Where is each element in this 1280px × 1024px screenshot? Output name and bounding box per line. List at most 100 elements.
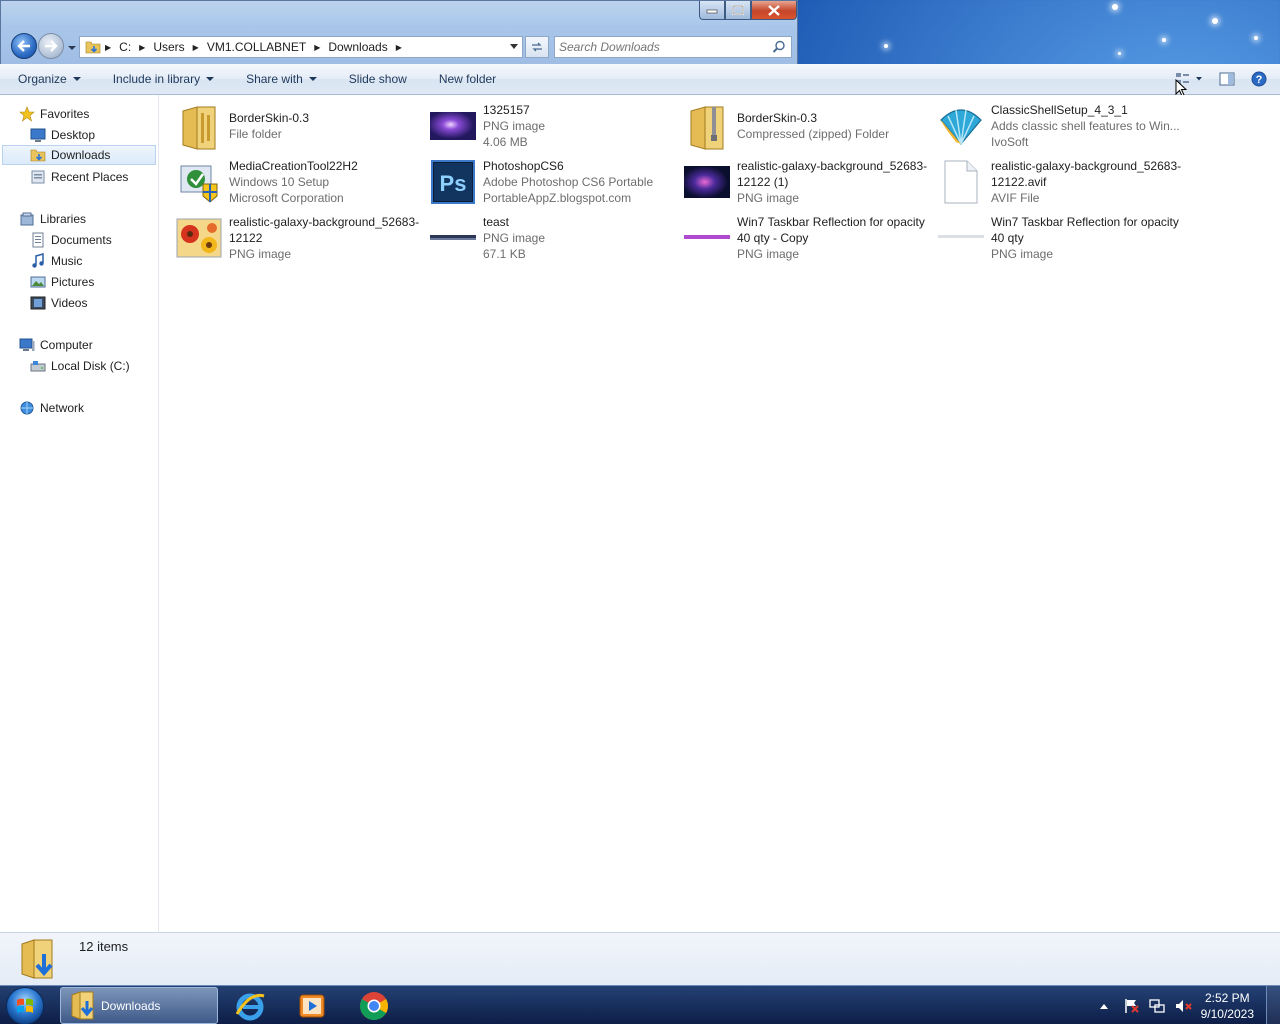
action-center-flag-icon[interactable] — [1123, 998, 1139, 1014]
file-item[interactable]: Win7 Taskbar Reflection for opacity 40 q… — [683, 214, 933, 268]
file-item[interactable]: realistic-galaxy-background_52683-12122 … — [175, 214, 425, 268]
nav-documents[interactable]: Documents — [30, 230, 112, 250]
file-name: BorderSkin-0.3 — [229, 111, 310, 125]
search-box[interactable] — [554, 36, 792, 58]
refresh-button[interactable] — [525, 36, 549, 58]
nav-music[interactable]: Music — [30, 251, 82, 271]
nav-downloads[interactable]: Downloads — [2, 145, 156, 165]
downloads-folder-icon — [21, 939, 53, 979]
nav-libraries-label: Libraries — [40, 212, 87, 226]
taskbar-ie-button[interactable] — [222, 988, 278, 1023]
file-item[interactable]: Win7 Taskbar Reflection for opacity 40 q… — [937, 214, 1187, 268]
file-size: 4.06 MB — [483, 135, 528, 149]
nav-desktop[interactable]: Desktop — [30, 125, 95, 145]
file-item[interactable]: BorderSkin-0.3 Compressed (zipped) Folde… — [683, 104, 933, 158]
clock[interactable]: 2:52 PM 9/10/2023 — [1201, 990, 1254, 1022]
file-description: Adobe Photoshop CS6 Portable — [483, 175, 654, 189]
slide-show-button[interactable]: Slide show — [331, 64, 421, 94]
file-item[interactable]: 1325157 PNG image 4.06 MB — [429, 102, 679, 156]
taskbar-media-player-button[interactable] — [284, 988, 340, 1023]
show-hidden-icons-icon[interactable] — [1099, 1002, 1109, 1010]
taskbar-chrome-button[interactable] — [346, 988, 402, 1023]
organize-label: Organize — [18, 72, 67, 86]
file-company: IvoSoft — [991, 135, 1029, 149]
caption-buttons — [699, 1, 797, 21]
recent-pages-dropdown-icon[interactable] — [67, 43, 77, 53]
include-in-library-button[interactable]: Include in library — [95, 64, 228, 94]
breadcrumb-separator-icon[interactable]: ▶ — [189, 43, 203, 52]
nav-favorites[interactable]: Favorites — [19, 104, 89, 124]
nav-desktop-label: Desktop — [51, 128, 96, 142]
breadcrumb-separator-icon[interactable]: ▶ — [392, 43, 406, 52]
nav-libraries[interactable]: Libraries — [19, 209, 86, 229]
volume-muted-icon[interactable] — [1175, 998, 1193, 1014]
file-item[interactable]: ClassicShellSetup_4_3_1 Adds classic she… — [937, 102, 1187, 156]
documents-icon — [32, 232, 44, 248]
organize-menu-button[interactable]: Organize — [0, 64, 95, 94]
nav-recent-places[interactable]: Recent Places — [30, 167, 128, 187]
slide-show-label: Slide show — [348, 72, 407, 86]
start-button[interactable] — [6, 987, 44, 1024]
window-titlebar[interactable]: ▶ C: ▶ Users ▶ VM1.COLLABNET ▶ Downloads… — [0, 0, 798, 66]
nav-pictures[interactable]: Pictures — [30, 272, 94, 292]
dark-strip-thumbnail — [429, 214, 477, 262]
file-item[interactable]: Ps PhotoshopCS6 Adobe Photoshop CS6 Port… — [429, 158, 679, 212]
nav-local-disk[interactable]: Local Disk (C:) — [30, 356, 130, 376]
file-description: Adds classic shell features to Win... — [991, 119, 1180, 133]
file-item[interactable]: MediaCreationTool22H2 Windows 10 Setup M… — [175, 158, 425, 212]
chevron-down-icon — [206, 77, 215, 81]
show-desktop-button[interactable] — [1266, 986, 1280, 1024]
search-icon[interactable] — [772, 40, 786, 54]
new-folder-button[interactable]: New folder — [421, 64, 510, 94]
network-status-icon[interactable] — [1148, 998, 1165, 1014]
file-company: PortableAppZ.blogspot.com — [483, 191, 632, 205]
nav-videos[interactable]: Videos — [30, 293, 87, 313]
breadcrumb-downloads[interactable]: Downloads — [324, 37, 391, 57]
file-item[interactable]: realistic-galaxy-background_52683-12122 … — [683, 158, 933, 212]
nav-computer[interactable]: Computer — [19, 335, 93, 355]
breadcrumb-separator-icon[interactable]: ▶ — [101, 43, 115, 52]
search-input[interactable] — [555, 37, 765, 57]
preview-pane-button[interactable] — [1216, 69, 1238, 89]
help-icon: ? — [1251, 71, 1267, 87]
share-with-button[interactable]: Share with — [228, 64, 331, 94]
nav-computer-label: Computer — [40, 338, 93, 352]
breadcrumb-vm1[interactable]: VM1.COLLABNET — [203, 37, 310, 57]
breadcrumb-separator-icon[interactable]: ▶ — [135, 43, 149, 52]
nav-network-label: Network — [40, 401, 85, 415]
taskbar-explorer-button[interactable]: Downloads — [60, 987, 218, 1024]
file-item[interactable]: realistic-galaxy-background_52683-12122.… — [937, 158, 1187, 212]
minimize-button[interactable] — [699, 1, 725, 20]
close-button[interactable] — [751, 1, 797, 20]
breadcrumb-separator-icon[interactable]: ▶ — [310, 43, 324, 52]
taskbar: Downloads 2:52 PM 9/10/2023 — [0, 985, 1280, 1024]
navigation-pane: Favorites Desktop Downloads Recent Place… — [0, 95, 159, 932]
svg-text:Ps: Ps — [440, 171, 467, 196]
file-item[interactable]: BorderSkin-0.3 File folder — [175, 104, 425, 158]
breadcrumb-c[interactable]: C: — [115, 37, 135, 57]
maximize-button[interactable] — [725, 1, 751, 20]
file-name: realistic-galaxy-background_52683-12122 … — [737, 159, 928, 189]
address-bar[interactable]: ▶ C: ▶ Users ▶ VM1.COLLABNET ▶ Downloads… — [79, 36, 523, 58]
back-button[interactable] — [11, 33, 37, 59]
clock-time: 2:52 PM — [1204, 990, 1250, 1005]
file-type: Compressed (zipped) Folder — [737, 127, 890, 141]
flowers-thumbnail — [175, 214, 223, 262]
svg-text:?: ? — [1256, 74, 1263, 86]
breadcrumb-users[interactable]: Users — [149, 37, 188, 57]
forward-button[interactable] — [38, 33, 64, 59]
file-type: PNG image — [229, 247, 292, 261]
nav-downloads-label: Downloads — [51, 148, 111, 162]
close-icon — [768, 4, 780, 16]
purple-strip-thumbnail — [683, 214, 731, 262]
hard-disk-icon — [30, 361, 46, 372]
address-history-dropdown-icon[interactable] — [510, 44, 518, 49]
file-name: Win7 Taskbar Reflection for opacity 40 q… — [991, 215, 1179, 245]
command-bar: Organize Include in library Share with S… — [0, 64, 1280, 97]
nav-documents-label: Documents — [51, 233, 112, 247]
file-item[interactable]: teast PNG image 67.1 KB — [429, 214, 679, 268]
help-button[interactable]: ? — [1248, 69, 1270, 89]
network-icon — [20, 401, 34, 415]
nav-network[interactable]: Network — [19, 398, 84, 418]
file-size: 67.1 KB — [483, 247, 526, 261]
